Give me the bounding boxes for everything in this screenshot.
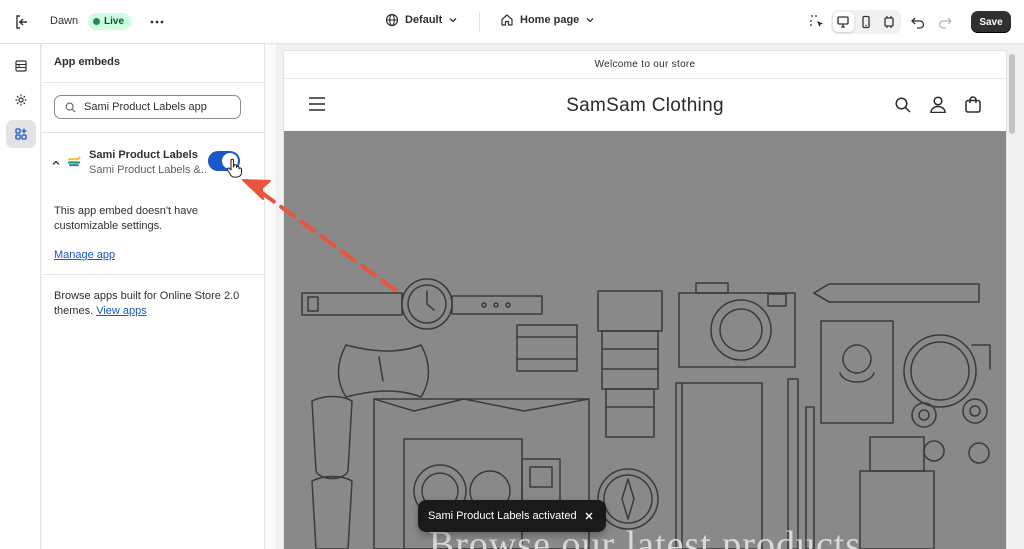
preview-scrollbar[interactable] (1008, 51, 1016, 549)
hero-heading: Browse our latest products (428, 524, 862, 549)
hand-cursor-icon (226, 158, 242, 178)
live-badge: Live (88, 13, 132, 30)
sections-icon[interactable] (6, 52, 36, 80)
view-apps-link[interactable]: View apps (96, 305, 147, 317)
redo-icon[interactable] (937, 14, 953, 30)
full-width-view-icon[interactable] (878, 12, 899, 32)
app-embeds-panel: App embeds Sami Product Labels Sami Prod… (42, 44, 265, 549)
mobile-view-icon[interactable] (856, 12, 877, 32)
toast-notification: Sami Product Labels activated (418, 500, 606, 532)
sami-app-logo-icon (66, 153, 82, 169)
save-button[interactable]: Save (971, 11, 1011, 33)
home-icon (501, 14, 513, 26)
panel-title: App embeds (54, 56, 121, 68)
search-field[interactable] (54, 95, 241, 119)
editor-topbar: Dawn Live Default Home page Save (0, 0, 1024, 44)
close-icon[interactable] (582, 509, 596, 523)
theme-settings-icon[interactable] (6, 86, 36, 114)
exit-icon[interactable] (13, 13, 31, 31)
embed-subtitle: Sami Product Labels &... (89, 164, 207, 176)
account-icon[interactable] (930, 96, 946, 116)
live-badge-label: Live (104, 16, 125, 27)
app-embeds-icon[interactable] (6, 120, 36, 148)
browse-apps-text: Browse apps built for Online Store 2.0 t… (54, 289, 244, 319)
embed-name: Sami Product Labels (89, 149, 198, 161)
toast-message: Sami Product Labels activated (428, 510, 577, 522)
collapse-chevron-icon[interactable] (51, 157, 61, 167)
template-selector[interactable]: Default (385, 13, 458, 27)
page-selector-label: Home page (520, 14, 580, 26)
divider (42, 132, 265, 133)
more-actions-icon[interactable] (148, 13, 166, 31)
store-header: SamSam Clothing (284, 80, 1006, 131)
desktop-view-icon[interactable] (833, 12, 854, 32)
theme-name: Dawn (50, 15, 79, 27)
chevron-down-icon (449, 18, 457, 23)
chevron-down-icon (586, 18, 594, 23)
search-input[interactable] (84, 101, 234, 113)
editor-icon-rail (0, 44, 41, 549)
announcement-bar: Welcome to our store (284, 51, 1006, 79)
live-dot-icon (93, 18, 100, 25)
globe-icon (385, 13, 399, 27)
undo-icon[interactable] (910, 14, 926, 30)
inspector-select-icon[interactable] (808, 13, 826, 31)
scrollbar-thumb[interactable] (1009, 54, 1015, 134)
cart-icon[interactable] (965, 96, 981, 116)
topbar-divider (479, 12, 480, 32)
panel-scrollbar[interactable] (265, 44, 277, 549)
storefront-preview: Welcome to our store SamSam Clothing Bro… (284, 51, 1006, 549)
device-switcher (831, 10, 901, 34)
manage-app-link[interactable]: Manage app (54, 249, 115, 261)
divider (42, 82, 265, 83)
template-selector-label: Default (405, 14, 443, 26)
divider (42, 274, 265, 275)
no-settings-text: This app embed doesn't have customizable… (54, 205, 198, 232)
search-icon (65, 102, 76, 112)
hero-illustration (301, 278, 991, 549)
search-icon[interactable] (895, 97, 911, 116)
hero-banner: Browse our latest products (284, 131, 1006, 549)
page-selector[interactable]: Home page (500, 13, 595, 27)
